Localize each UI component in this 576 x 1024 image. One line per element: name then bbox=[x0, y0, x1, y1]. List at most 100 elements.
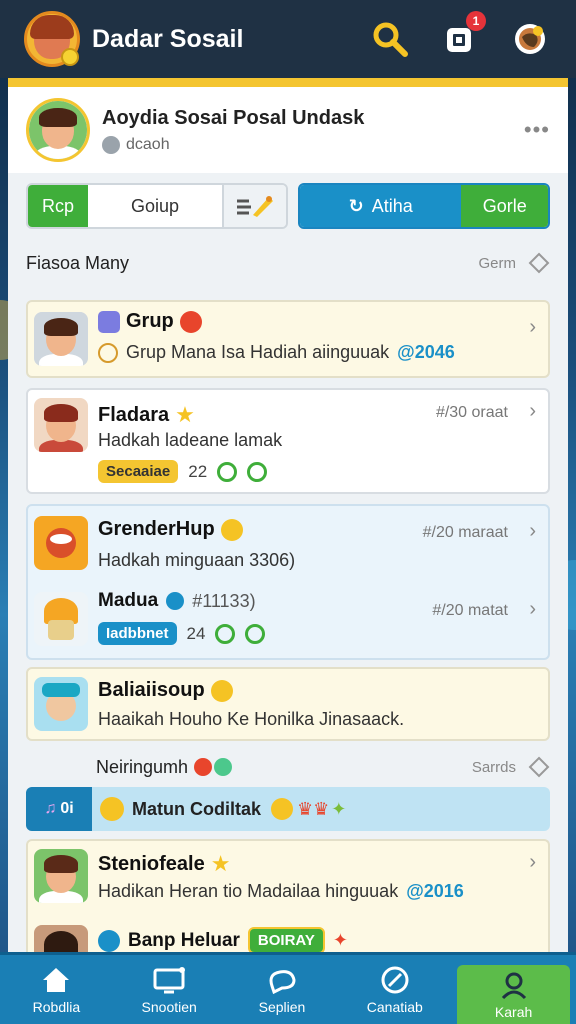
status-badge: Secaaiae bbox=[98, 460, 179, 483]
card-text: Haaikah Houho Ke Honilka Jinasaack. bbox=[98, 709, 405, 729]
fire-icon bbox=[194, 758, 213, 776]
nav-item-seplien[interactable]: Seplien bbox=[226, 955, 339, 1024]
avatar bbox=[34, 398, 88, 452]
app-header: Dadar Sosail 1 bbox=[0, 0, 576, 78]
main-panel: Aoydia Sosai Posal Undask dcaoh ••• Rcp … bbox=[8, 78, 568, 979]
tag-icon[interactable] bbox=[528, 756, 550, 778]
tab-atiha[interactable]: ↻ Atiha bbox=[300, 185, 462, 227]
app-logo[interactable] bbox=[24, 11, 80, 67]
status-badge: BOIRAY bbox=[247, 927, 325, 954]
tab-rcp[interactable]: Rcp bbox=[28, 185, 88, 227]
avatar bbox=[34, 677, 88, 731]
avatar bbox=[34, 516, 88, 570]
card-title: Madua bbox=[98, 590, 159, 611]
more-options-icon[interactable]: ••• bbox=[524, 117, 550, 143]
nav-item-snootien[interactable]: Snootien bbox=[113, 955, 226, 1024]
card-count: 22 bbox=[188, 461, 208, 481]
section-action[interactable]: Germ bbox=[479, 255, 517, 272]
star-icon: ★ bbox=[210, 851, 231, 876]
card-title: GrenderHup bbox=[98, 518, 215, 540]
check-icon bbox=[215, 623, 236, 644]
profile-header[interactable]: Aoydia Sosai Posal Undask dcaoh ••• bbox=[8, 87, 568, 173]
chevron-right-icon[interactable]: › bbox=[529, 316, 536, 339]
smiley-icon bbox=[220, 518, 243, 541]
tab-atiha-label: Atiha bbox=[371, 195, 413, 216]
banner-text: Matun Codiltak bbox=[132, 798, 261, 819]
list-item[interactable]: Steniofeale ★ › Hadikan Heran tio Madail… bbox=[26, 839, 550, 979]
profile-icon bbox=[497, 970, 531, 1000]
card-title: Banp Heluar bbox=[128, 929, 240, 951]
edit-icon bbox=[98, 929, 120, 952]
section-title: Fiasoa Many bbox=[26, 252, 130, 273]
nav-item-home[interactable]: Robdlia bbox=[0, 955, 113, 1024]
tab-group-left: Rcp Goiup bbox=[26, 183, 288, 229]
nav-item-canatiab[interactable]: Canatiab bbox=[338, 955, 451, 1024]
profile-name: Aoydia Sosai Posal Undask bbox=[102, 106, 365, 129]
card-meta: #/20 maraat bbox=[422, 524, 508, 541]
nav-label: Canatiab bbox=[366, 998, 423, 1015]
gift-icon bbox=[98, 342, 118, 363]
tab-gorle[interactable]: Gorle bbox=[461, 185, 548, 227]
notification-badge: 1 bbox=[466, 11, 486, 31]
group-icon bbox=[98, 310, 120, 333]
check-icon bbox=[217, 461, 238, 482]
nav-label: Karah bbox=[494, 1003, 533, 1020]
avatar bbox=[34, 849, 88, 903]
party-icon: ✦ bbox=[331, 798, 347, 819]
card-text: Hadkah minguaan 3306) bbox=[98, 550, 296, 570]
smiley-icon bbox=[214, 758, 233, 776]
chat-icon bbox=[265, 965, 299, 995]
card-title: Fladara bbox=[98, 403, 170, 426]
smiley-icon bbox=[271, 798, 293, 820]
list-item[interactable]: Baliaiisoup Haaikah Houho Ke Honilka Jin… bbox=[26, 667, 550, 741]
smiley-icon bbox=[210, 679, 233, 702]
banner-label: 0i bbox=[60, 800, 74, 817]
tab-bar: Rcp Goiup ↻ Atiha Gorle bbox=[8, 173, 568, 239]
heart-icon bbox=[179, 310, 202, 333]
nav-item-karah[interactable]: Karah bbox=[457, 965, 570, 1024]
section-title: Neiringumh bbox=[96, 756, 189, 777]
card-text: Grup Mana Isa Hadiah aiinguuak bbox=[126, 342, 390, 362]
monitor-icon bbox=[152, 965, 186, 995]
list-item[interactable]: Fladara ★ #/30 oraat › Hadkah ladeane la… bbox=[26, 388, 550, 494]
nav-label: Seplien bbox=[258, 998, 306, 1015]
smiley-icon bbox=[100, 797, 124, 821]
chevron-right-icon[interactable]: › bbox=[529, 851, 536, 874]
party-icon: ✦ bbox=[332, 930, 348, 950]
app-title: Dadar Sosail bbox=[92, 24, 244, 53]
check-icon bbox=[247, 461, 268, 482]
chevron-right-icon[interactable]: › bbox=[529, 400, 536, 423]
card-text: Hadikan Heran tio Madailaa hinguuak bbox=[98, 881, 399, 901]
tab-group-right: ↻ Atiha Gorle bbox=[298, 183, 550, 229]
section-header: Neiringumh Sarrds bbox=[96, 751, 550, 783]
card-count: 24 bbox=[186, 623, 206, 643]
card-title: Grup bbox=[126, 310, 174, 332]
section-action[interactable]: Sarrds bbox=[472, 759, 516, 776]
profile-subtitle: dcaoh bbox=[126, 135, 170, 153]
user-icon bbox=[102, 135, 120, 154]
avatar[interactable] bbox=[26, 98, 90, 162]
nav-label: Snootien bbox=[141, 998, 197, 1015]
tab-goiup[interactable]: Goiup bbox=[88, 185, 222, 227]
promo-banner[interactable]: ♫ 0i Matun Codiltak ♛♛ ✦ bbox=[26, 787, 550, 831]
card-title: Steniofeale bbox=[98, 852, 205, 875]
card-title: Baliaiisoup bbox=[98, 679, 205, 701]
info-icon bbox=[166, 592, 185, 610]
card-meta: #/20 matat bbox=[432, 602, 508, 619]
check-icon bbox=[245, 623, 266, 644]
card-title-extra: #11133) bbox=[192, 590, 256, 611]
list-item[interactable]: GrenderHup #/20 maraat › Hadkah minguaan… bbox=[26, 504, 550, 660]
tag-icon[interactable] bbox=[528, 252, 550, 274]
notifications-icon[interactable]: 1 bbox=[438, 11, 486, 61]
card-value: @2046 bbox=[397, 342, 455, 362]
rocket-icon[interactable] bbox=[222, 185, 286, 227]
chevron-right-icon[interactable]: › bbox=[529, 520, 536, 543]
status-badge: Iadbbnet bbox=[98, 622, 177, 645]
crown-icon: ♛♛ bbox=[297, 798, 330, 819]
list-item[interactable]: Grup Grup Mana Isa Hadiah aiinguuak @204… bbox=[26, 300, 550, 378]
world-icon[interactable] bbox=[508, 17, 552, 61]
search-icon[interactable] bbox=[368, 17, 412, 61]
compass-icon bbox=[378, 965, 412, 995]
chevron-right-icon[interactable]: › bbox=[529, 598, 536, 621]
bottom-navigation: Robdlia Snootien Seplien Canatiab Karah bbox=[0, 952, 576, 1024]
